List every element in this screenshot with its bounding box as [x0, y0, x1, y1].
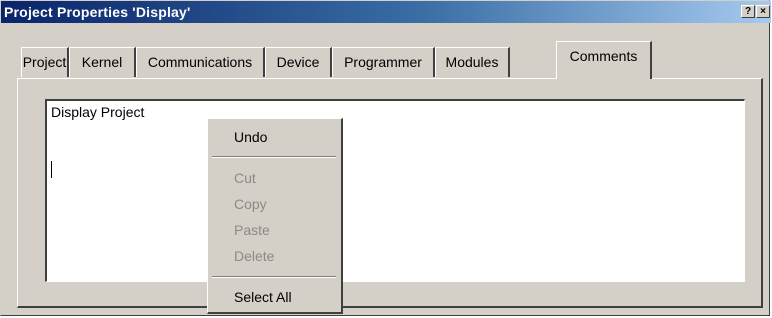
tab-programmer[interactable]: Programmer	[332, 47, 435, 77]
tab-device[interactable]: Device	[265, 47, 332, 77]
menu-item-delete[interactable]: Delete	[234, 248, 274, 264]
project-properties-dialog: Project Properties 'Display' ? × Project…	[0, 0, 771, 316]
title-bar[interactable]: Project Properties 'Display' ? ×	[1, 1, 771, 23]
close-icon[interactable]: ×	[756, 5, 770, 18]
menu-item-copy[interactable]: Copy	[234, 196, 267, 212]
menu-item-cut[interactable]: Cut	[234, 170, 256, 186]
comments-text: Display Project	[51, 104, 145, 120]
comments-panel: Display Project	[17, 78, 763, 308]
menu-separator	[212, 276, 336, 278]
help-icon[interactable]: ?	[741, 5, 755, 18]
text-caret	[51, 161, 52, 178]
menu-item-select-all[interactable]: Select All	[234, 289, 292, 305]
window-title: Project Properties 'Display'	[4, 4, 191, 20]
context-menu: Undo Cut Copy Paste Delete Select All	[207, 118, 343, 314]
tab-project[interactable]: Project	[21, 47, 69, 77]
tab-comments[interactable]: Comments	[556, 41, 652, 79]
menu-separator	[212, 156, 336, 158]
tab-kernel[interactable]: Kernel	[69, 47, 136, 77]
comments-textarea[interactable]: Display Project	[45, 99, 745, 282]
menu-item-undo[interactable]: Undo	[234, 129, 267, 145]
tab-modules[interactable]: Modules	[435, 47, 510, 77]
tab-communications[interactable]: Communications	[136, 47, 265, 77]
menu-item-paste[interactable]: Paste	[234, 222, 270, 238]
